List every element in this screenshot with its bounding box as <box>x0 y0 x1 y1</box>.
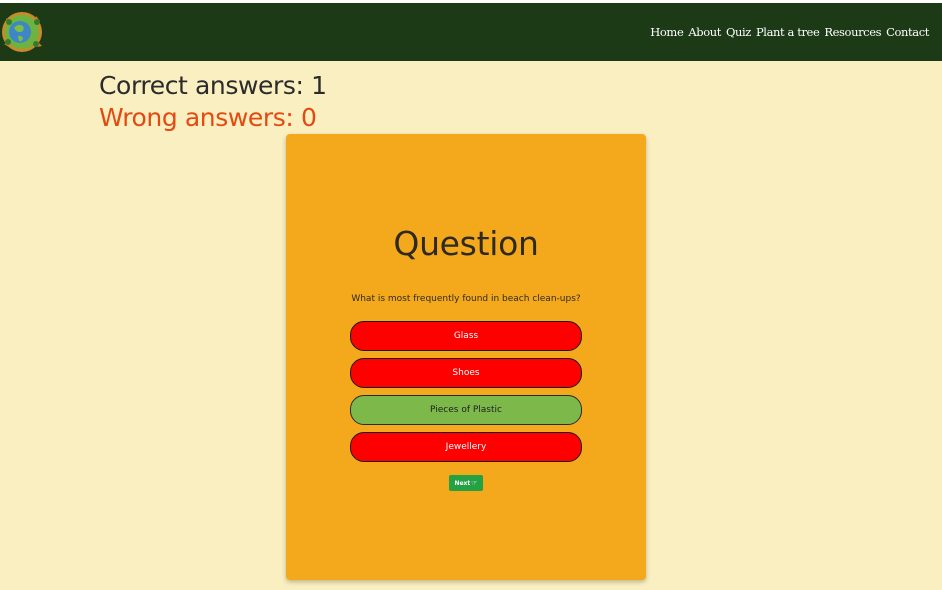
wrong-answers-label: Wrong answers: <box>99 103 294 132</box>
earth-logo-icon[interactable] <box>0 8 46 56</box>
answer-button-shoes[interactable]: Shoes <box>350 358 582 388</box>
nav-link-quiz[interactable]: Quiz <box>726 25 751 39</box>
wrong-answers-count: Wrong answers: 0 <box>99 103 317 132</box>
question-heading: Question <box>393 224 539 263</box>
navbar: Home About Quiz Plant a tree Resources C… <box>0 3 942 61</box>
nav-link-resources[interactable]: Resources <box>824 25 881 39</box>
hand-pointing-right-icon: ☞ <box>471 479 478 487</box>
next-button-label: Next <box>454 480 471 487</box>
correct-answers-count: Correct answers: 1 <box>99 71 327 100</box>
answer-button-jewellery[interactable]: Jewellery <box>350 432 582 462</box>
next-button[interactable]: Next☞ <box>449 475 483 491</box>
correct-answers-label: Correct answers: <box>99 71 304 100</box>
quiz-card <box>286 134 646 580</box>
answer-button-pieces-of-plastic[interactable]: Pieces of Plastic <box>350 395 582 425</box>
wrong-answers-value: 0 <box>300 103 317 132</box>
nav-link-plant-a-tree[interactable]: Plant a tree <box>756 25 820 39</box>
answer-button-glass[interactable]: Glass <box>350 321 582 351</box>
correct-answers-value: 1 <box>311 71 327 100</box>
nav-link-contact[interactable]: Contact <box>886 25 929 39</box>
nav-link-about[interactable]: About <box>688 25 721 39</box>
question-text: What is most frequently found in beach c… <box>351 294 581 304</box>
nav-links: Home About Quiz Plant a tree Resources C… <box>650 25 929 39</box>
nav-link-home[interactable]: Home <box>650 25 683 39</box>
